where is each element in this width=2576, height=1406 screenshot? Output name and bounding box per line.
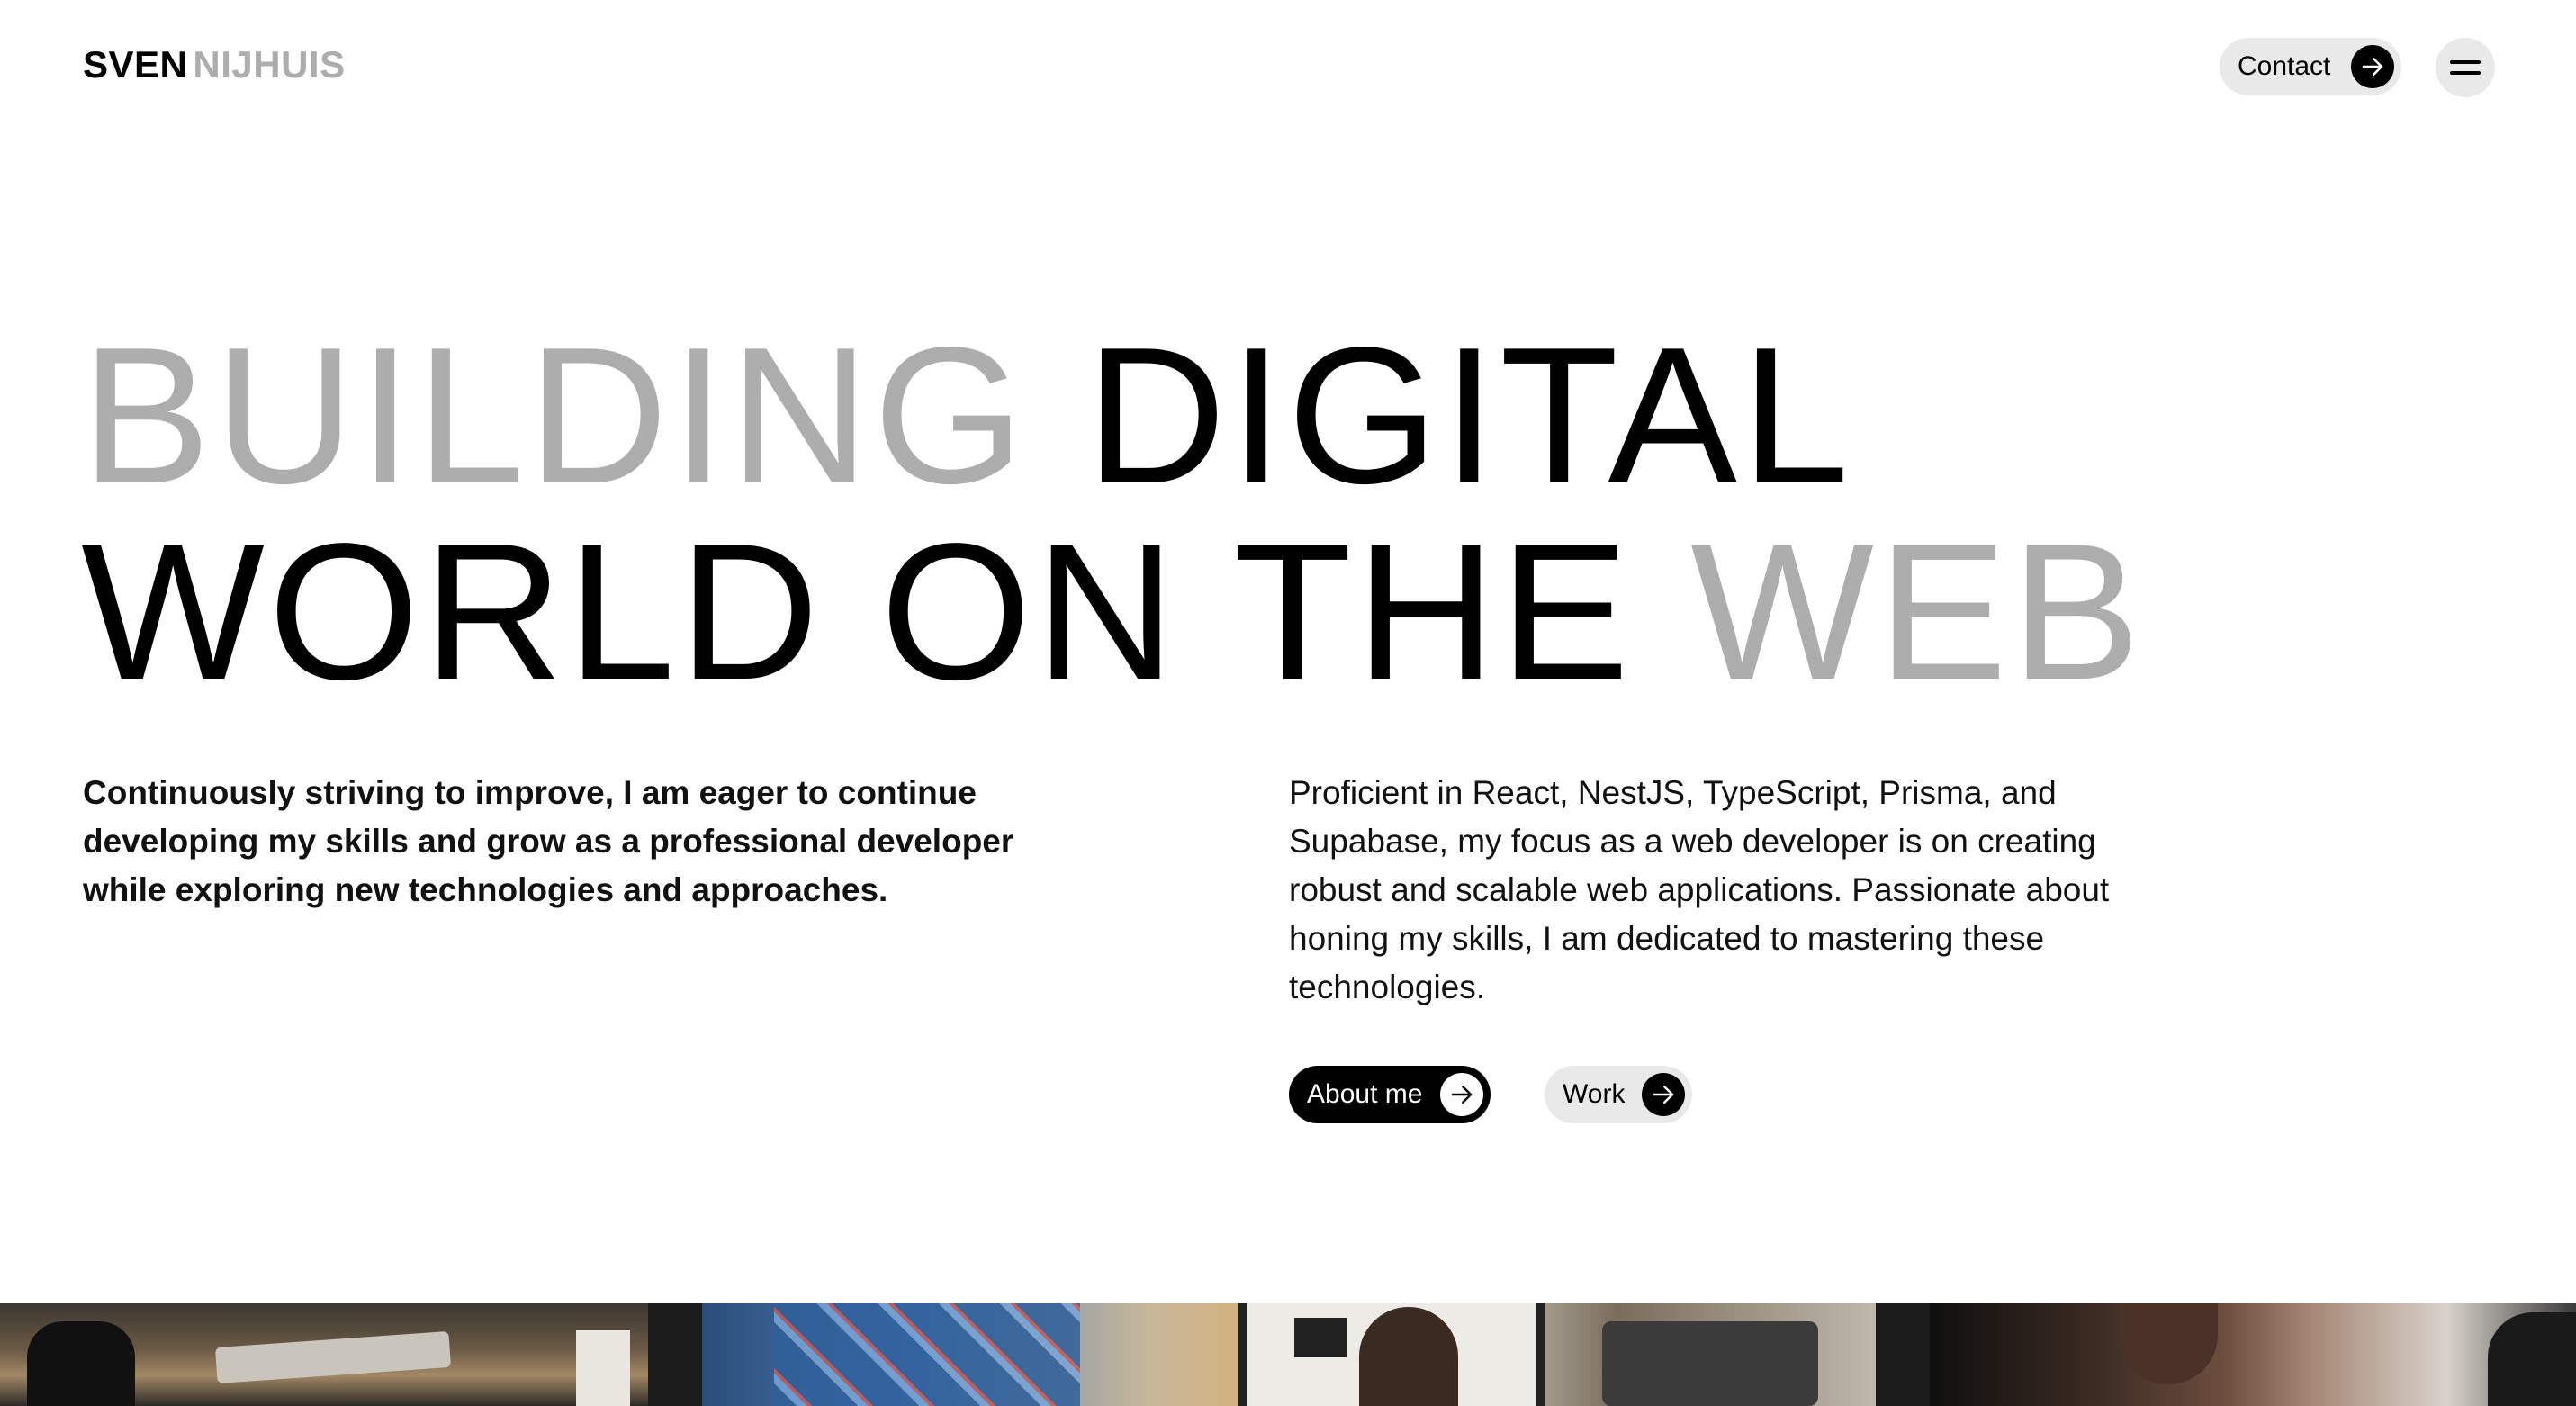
intro-statement: Continuously striving to improve, I am e…	[83, 774, 1014, 908]
person-on-screen-shape	[1359, 1307, 1458, 1406]
arrow-right-icon	[2351, 45, 2394, 88]
logo-last-name: NIJHUIS	[193, 43, 346, 86]
headline-word-digital: DIGITAL	[1085, 306, 1853, 524]
work-button-label: Work	[1563, 1079, 1626, 1109]
plaid-shirt-shape	[774, 1303, 1080, 1406]
skills-description: Proficient in React, NestJS, TypeScript,…	[1289, 774, 2110, 1005]
site-logo[interactable]: SVEN NIJHUIS	[83, 43, 346, 86]
device-shape	[1602, 1321, 1818, 1406]
gallery-image-portrait[interactable]	[1930, 1303, 2576, 1406]
headline-word-building: BUILDING	[81, 306, 1029, 524]
arrow-right-icon	[1440, 1073, 1483, 1116]
logo-first-name: SVEN	[83, 43, 188, 86]
keyboard-shape	[214, 1330, 452, 1384]
hamburger-menu-icon	[2450, 60, 2481, 64]
headline-word-web: WEB	[1690, 502, 2145, 720]
ear-shape	[2119, 1303, 2218, 1384]
paper-shape	[576, 1330, 630, 1406]
work-button[interactable]: Work	[1545, 1066, 1692, 1123]
sticker-shape	[1294, 1318, 1347, 1357]
image-gallery-strip	[0, 1303, 2576, 1406]
arrow-right-icon	[1642, 1073, 1685, 1116]
headline-words-world-on-the: WORLD ON THE	[81, 502, 1634, 720]
gallery-image-video-call[interactable]	[702, 1303, 1876, 1406]
contact-button[interactable]: Contact	[2220, 38, 2401, 95]
dark-object-shape	[2488, 1312, 2576, 1406]
menu-button[interactable]	[2436, 38, 2495, 97]
gallery-image-desk[interactable]	[0, 1303, 648, 1406]
contact-button-label: Contact	[2238, 51, 2331, 81]
about-me-button[interactable]: About me	[1289, 1066, 1491, 1123]
hero-headline: BUILDING DIGITAL WORLD ON THE WEB	[81, 317, 2144, 709]
about-me-button-label: About me	[1307, 1079, 1423, 1109]
hamburger-menu-icon-bar	[2450, 71, 2481, 75]
headphones-shape	[27, 1321, 135, 1406]
